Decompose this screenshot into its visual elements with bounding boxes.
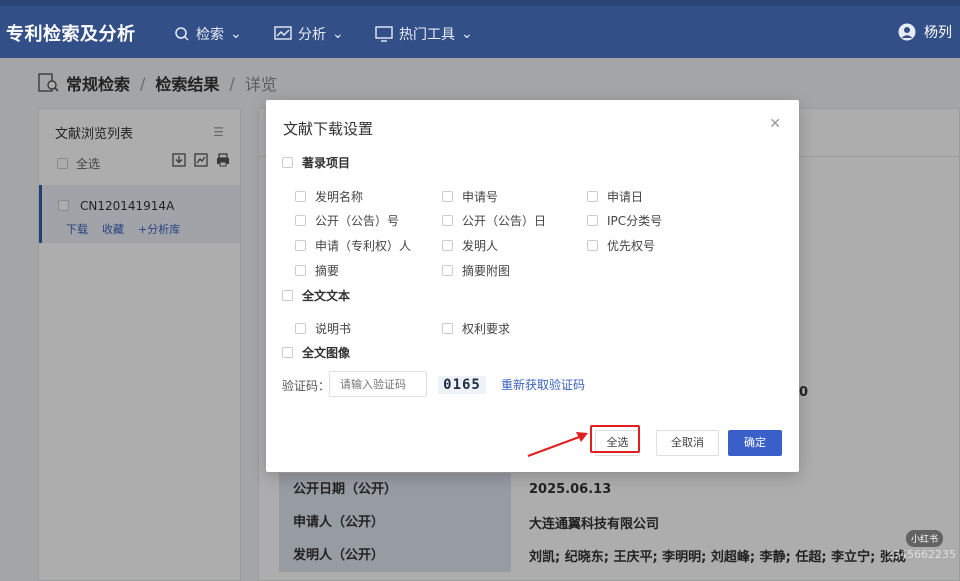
download-settings-dialog: 文献下载设置 ✕ 著录项目 发明名称 申请号 申请日 公开（公告）号 公开（公告… (266, 100, 799, 472)
option-checkbox[interactable] (295, 191, 306, 202)
search-icon (175, 27, 189, 41)
group-label: 全文文本 (302, 289, 351, 303)
chevron-down-icon: ⌄ (332, 26, 344, 42)
group-fulltext-text[interactable]: 全文文本 (282, 287, 350, 304)
option-priority-number[interactable]: 优先权号 (587, 237, 655, 254)
user-name: 杨列 (924, 25, 952, 41)
option-checkbox[interactable] (587, 215, 598, 226)
group-checkbox[interactable] (282, 157, 293, 168)
option-checkbox[interactable] (442, 265, 453, 276)
nav-analysis[interactable]: 分析 ⌄ (274, 24, 344, 44)
option-inventor[interactable]: 发明人 (442, 237, 498, 254)
confirm-button[interactable]: 确定 (728, 430, 782, 456)
chevron-down-icon: ⌄ (461, 26, 473, 42)
option-abstract-figure[interactable]: 摘要附图 (442, 262, 510, 279)
option-checkbox[interactable] (442, 240, 453, 251)
deselect-all-button[interactable]: 全取消 (656, 430, 719, 456)
option-publication-date[interactable]: 公开（公告）日 (442, 212, 546, 229)
chevron-down-icon: ⌄ (230, 26, 242, 42)
monitor-icon (375, 26, 393, 42)
option-checkbox[interactable] (587, 240, 598, 251)
option-invention-title[interactable]: 发明名称 (295, 188, 363, 205)
option-label: 说明书 (315, 322, 352, 336)
option-ipc-class[interactable]: IPC分类号 (587, 212, 662, 229)
option-label: 权利要求 (462, 322, 511, 336)
option-checkbox[interactable] (442, 215, 453, 226)
option-label: 申请日 (607, 190, 644, 204)
option-checkbox[interactable] (587, 191, 598, 202)
option-publication-number[interactable]: 公开（公告）号 (295, 212, 399, 229)
app-brand[interactable]: 专利检索及分析 (6, 20, 136, 46)
option-application-number[interactable]: 申请号 (442, 188, 498, 205)
top-nav-bar: 专利检索及分析 检索 ⌄ 分析 ⌄ 热门工具 ⌄ 杨列 (0, 0, 960, 58)
group-label: 著录项目 (302, 156, 351, 170)
captcha-image[interactable]: 0165 (438, 376, 486, 394)
user-avatar-icon (898, 23, 916, 41)
option-label: IPC分类号 (607, 214, 663, 228)
group-label: 全文图像 (302, 346, 351, 360)
group-checkbox[interactable] (282, 290, 293, 301)
option-abstract[interactable]: 摘要 (295, 262, 339, 279)
group-fulltext-image[interactable]: 全文图像 (282, 344, 350, 361)
option-label: 摘要附图 (462, 264, 511, 278)
nav-search-label: 检索 (196, 27, 224, 43)
user-menu[interactable]: 杨列 (898, 22, 952, 42)
option-checkbox[interactable] (295, 215, 306, 226)
option-label: 摘要 (315, 264, 340, 278)
analysis-icon (274, 26, 292, 40)
option-label: 优先权号 (607, 239, 656, 253)
option-checkbox[interactable] (295, 323, 306, 334)
option-description[interactable]: 说明书 (295, 320, 351, 337)
option-applicant[interactable]: 申请（专利权）人 (295, 237, 411, 254)
close-icon[interactable]: ✕ (769, 116, 781, 132)
dialog-title: 文献下载设置 (283, 120, 374, 138)
option-label: 申请号 (462, 190, 499, 204)
option-checkbox[interactable] (442, 191, 453, 202)
nav-tools-label: 热门工具 (399, 27, 455, 43)
nav-analysis-label: 分析 (298, 27, 326, 43)
watermark-text: 2345662235 (886, 548, 956, 561)
option-label: 公开（公告）日 (462, 214, 547, 228)
watermark-badge: 小红书 (906, 530, 944, 547)
option-label: 申请（专利权）人 (315, 239, 412, 253)
captcha-label: 验证码： (282, 379, 331, 393)
option-label: 发明人 (462, 239, 499, 253)
option-label: 发明名称 (315, 190, 364, 204)
option-application-date[interactable]: 申请日 (587, 188, 643, 205)
refresh-captcha-link[interactable]: 重新获取验证码 (501, 376, 585, 393)
group-checkbox[interactable] (282, 347, 293, 358)
captcha-input[interactable] (329, 371, 427, 397)
select-all-button[interactable]: 全选 (595, 430, 640, 456)
nav-search[interactable]: 检索 ⌄ (174, 24, 242, 44)
option-claims[interactable]: 权利要求 (442, 320, 510, 337)
option-label: 公开（公告）号 (315, 214, 400, 228)
annotation-arrow-icon (527, 432, 588, 457)
nav-tools[interactable]: 热门工具 ⌄ (375, 24, 473, 44)
option-checkbox[interactable] (295, 240, 306, 251)
option-checkbox[interactable] (295, 265, 306, 276)
group-bibliographic[interactable]: 著录项目 (282, 154, 350, 171)
option-checkbox[interactable] (442, 323, 453, 334)
